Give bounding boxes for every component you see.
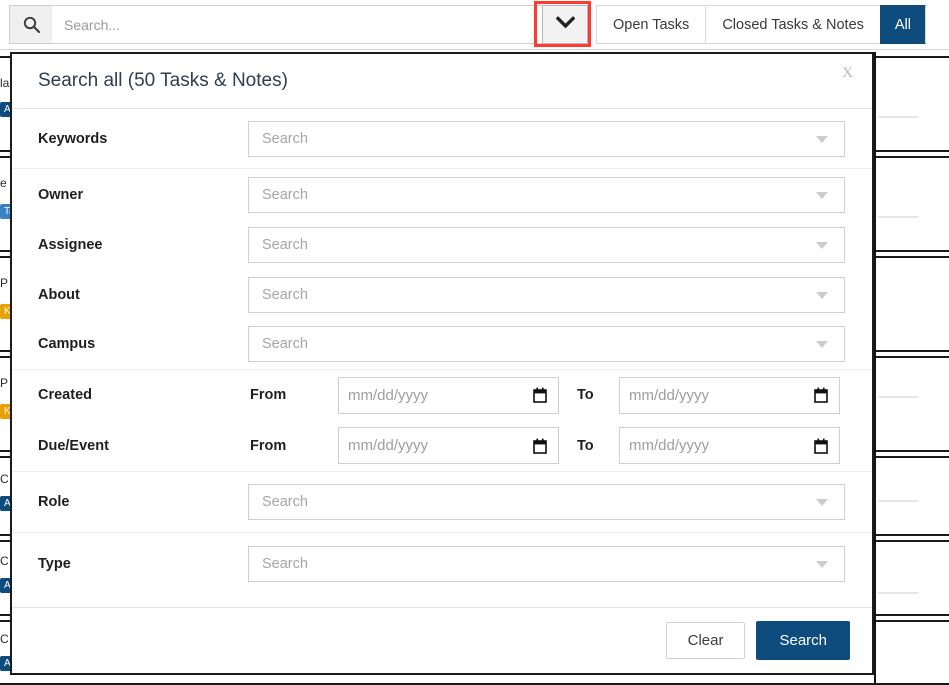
search-button[interactable]: Search xyxy=(756,621,850,660)
chevron-down-icon xyxy=(816,135,828,143)
table-row-text: e xyxy=(0,176,7,190)
created-to-label: To xyxy=(577,387,594,403)
field-label-assignee: Assignee xyxy=(38,237,103,253)
background-placeholder-line xyxy=(878,116,918,118)
field-row-due-event: Due/Event From mm/dd/yyyy To mm/dd/yyyy xyxy=(12,420,872,472)
field-label-campus: Campus xyxy=(38,336,96,352)
created-to-placeholder: mm/dd/yyyy xyxy=(629,386,710,404)
table-row-text: C xyxy=(0,472,9,486)
modal-body: Keywords Search Owner Search Assignee Se… xyxy=(12,109,872,607)
chevron-down-icon xyxy=(816,341,828,348)
task-filter-tabs: Open Tasks Closed Tasks & Notes All xyxy=(596,0,927,49)
field-row-about: About Search xyxy=(12,270,872,319)
background-placeholder-line xyxy=(878,500,918,502)
role-placeholder: Search xyxy=(262,494,308,510)
created-from-label: From xyxy=(250,387,287,403)
calendar-icon[interactable] xyxy=(533,438,547,459)
due-event-from-placeholder: mm/dd/yyyy xyxy=(348,437,429,454)
owner-placeholder: Search xyxy=(262,186,308,203)
about-select[interactable]: Search xyxy=(248,276,845,313)
field-row-owner: Owner Search xyxy=(12,169,872,220)
chevron-down-icon xyxy=(816,242,828,249)
tab-closed-tasks-notes[interactable]: Closed Tasks & Notes xyxy=(705,5,880,44)
tab-open-tasks[interactable]: Open Tasks xyxy=(596,5,706,44)
search-icon[interactable] xyxy=(9,5,52,44)
chevron-down-icon xyxy=(555,15,575,34)
global-search-group xyxy=(0,0,588,49)
role-select[interactable]: Search xyxy=(248,484,845,520)
field-row-campus: Campus Search xyxy=(12,319,872,370)
keywords-select[interactable]: Search xyxy=(248,120,845,157)
advanced-search-modal: Search all (50 Tasks & Notes) X Keywords… xyxy=(10,52,874,675)
field-label-created: Created xyxy=(38,387,92,403)
campus-select[interactable]: Search xyxy=(248,326,845,362)
field-label-due-event: Due/Event xyxy=(38,437,109,454)
calendar-icon[interactable] xyxy=(814,387,828,408)
field-row-created: Created From mm/dd/yyyy To mm/dd/yyyy xyxy=(12,370,872,420)
due-event-to-label: To xyxy=(577,437,594,454)
table-row-text: la xyxy=(0,76,10,90)
field-label-role: Role xyxy=(38,494,70,510)
field-row-role: Role Search xyxy=(12,472,872,533)
field-row-assignee: Assignee Search xyxy=(12,220,872,270)
created-from-date-input[interactable]: mm/dd/yyyy xyxy=(338,376,559,414)
background-placeholder-line xyxy=(878,592,918,594)
modal-footer: Clear Search xyxy=(12,607,872,673)
app-root: laAceTaPKPKCAcCAcCAc Open Tas xyxy=(0,0,949,685)
background-column-divider xyxy=(874,52,876,685)
chevron-down-icon xyxy=(816,191,828,199)
owner-select[interactable]: Search xyxy=(248,176,845,213)
due-event-from-label: From xyxy=(250,437,287,454)
tab-all[interactable]: All xyxy=(879,5,927,44)
assignee-select[interactable]: Search xyxy=(248,227,845,263)
calendar-icon[interactable] xyxy=(814,438,828,459)
table-row-text: C xyxy=(0,554,9,568)
calendar-icon[interactable] xyxy=(533,387,547,408)
table-row-text: P xyxy=(0,376,9,390)
due-event-to-date-input[interactable]: mm/dd/yyyy xyxy=(619,427,840,464)
keywords-placeholder: Search xyxy=(262,130,308,147)
modal-header: Search all (50 Tasks & Notes) X xyxy=(12,54,872,109)
chevron-down-icon xyxy=(816,499,828,506)
type-placeholder: Search xyxy=(262,556,308,572)
table-row-text: P xyxy=(0,276,9,290)
table-row-text: C xyxy=(0,632,9,646)
close-icon[interactable]: X xyxy=(842,66,853,81)
field-label-about: About xyxy=(38,286,80,303)
search-input[interactable] xyxy=(52,5,542,44)
due-event-from-date-input[interactable]: mm/dd/yyyy xyxy=(338,427,559,464)
chevron-down-icon xyxy=(816,291,828,299)
type-select[interactable]: Search xyxy=(248,546,845,582)
field-label-type: Type xyxy=(38,556,71,572)
top-toolbar: Open Tasks Closed Tasks & Notes All xyxy=(0,0,949,50)
due-event-to-placeholder: mm/dd/yyyy xyxy=(629,437,710,454)
clear-button[interactable]: Clear xyxy=(665,622,746,659)
modal-title: Search all (50 Tasks & Notes) xyxy=(38,70,288,91)
search-options-dropdown-button[interactable] xyxy=(542,5,588,44)
chevron-down-icon xyxy=(816,561,828,568)
about-placeholder: Search xyxy=(262,286,308,303)
campus-placeholder: Search xyxy=(262,336,308,352)
created-from-placeholder: mm/dd/yyyy xyxy=(348,386,429,404)
background-placeholder-line xyxy=(878,216,918,218)
field-label-owner: Owner xyxy=(38,186,84,203)
field-row-type: Type Search xyxy=(12,533,872,595)
background-placeholder-line xyxy=(878,396,918,398)
field-row-keywords: Keywords Search xyxy=(12,109,872,169)
created-to-date-input[interactable]: mm/dd/yyyy xyxy=(619,376,840,414)
field-label-keywords: Keywords xyxy=(38,130,108,147)
assignee-placeholder: Search xyxy=(262,237,308,253)
